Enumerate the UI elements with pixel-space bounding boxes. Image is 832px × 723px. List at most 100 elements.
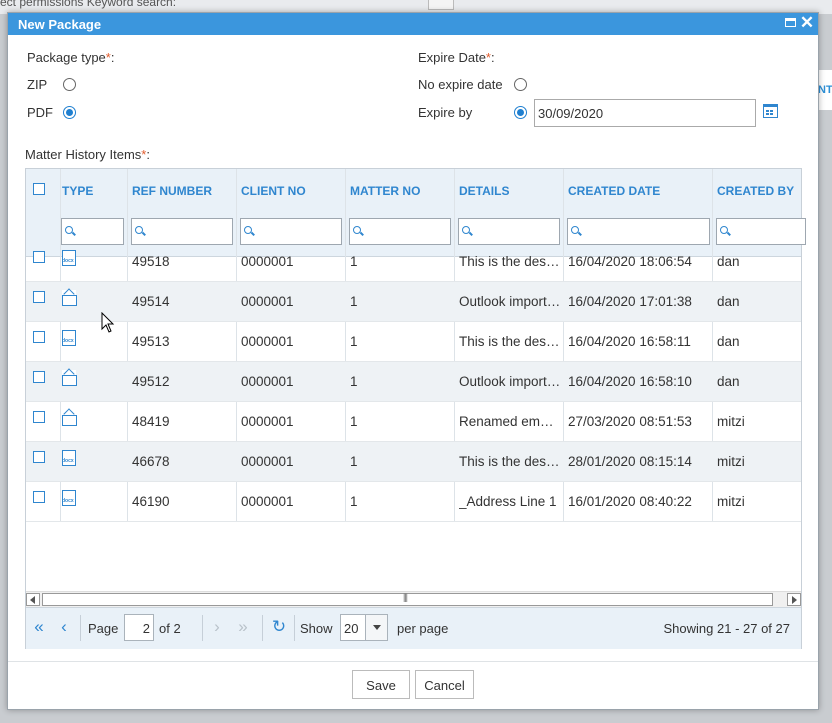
label-colon: :: [490, 50, 495, 65]
maximize-icon[interactable]: [782, 15, 798, 31]
cell-matter: 1: [350, 294, 358, 309]
page-size-value: 20: [344, 621, 359, 636]
matter-history-grid: TYPE REF NUMBER CLIENT NO MATTER NO DETA…: [25, 168, 806, 649]
header-created-by[interactable]: CREATED BY: [717, 184, 794, 198]
cell-matter: 1: [350, 454, 358, 469]
cancel-button[interactable]: Cancel: [415, 670, 474, 699]
header-created-date[interactable]: CREATED DATE: [568, 184, 660, 198]
row-checkbox[interactable]: [33, 291, 45, 303]
filter-matter-no[interactable]: [349, 218, 451, 245]
background-text: ect permissions Keyword search:: [0, 0, 177, 9]
last-page-icon[interactable]: »: [233, 618, 253, 638]
pager-separator: [80, 615, 81, 641]
cell-ref: 46678: [132, 454, 170, 469]
cell-ref: 49518: [132, 254, 170, 269]
row-checkbox[interactable]: [33, 451, 45, 463]
pager-summary: Showing 21 - 27 of 27: [663, 621, 790, 636]
row-checkbox[interactable]: [33, 331, 45, 343]
pager-separator: [294, 615, 295, 641]
no-expire-date-radio[interactable]: [514, 78, 527, 91]
save-button[interactable]: Save: [352, 670, 410, 699]
pager-separator: [202, 615, 203, 641]
label-colon: :: [146, 147, 150, 162]
cell-matter: 1: [350, 414, 358, 429]
background-search-button: [428, 0, 454, 10]
scroll-thumb[interactable]: [42, 592, 773, 606]
zip-label: ZIP: [27, 77, 48, 92]
calendar-icon[interactable]: [763, 104, 778, 118]
cell-details: This is the description: [459, 454, 561, 469]
cell-details: Outlook imported email: [459, 374, 561, 389]
cell-client: 0000001: [241, 454, 294, 469]
previous-page-icon[interactable]: ‹: [54, 618, 74, 638]
select-all-checkbox[interactable]: [33, 183, 45, 195]
horizontal-scrollbar[interactable]: [26, 591, 801, 607]
package-type-label: Package type*:: [27, 50, 114, 65]
chevron-down-icon[interactable]: [365, 615, 387, 640]
cell-client: 0000001: [241, 494, 294, 509]
table-row[interactable]: 49514 0000001 1 Outlook imported email 16/04…: [26, 282, 801, 322]
header-details[interactable]: DETAILS: [459, 184, 509, 198]
cell-client: 0000001: [241, 374, 294, 389]
next-page-icon[interactable]: ›: [207, 618, 227, 638]
row-checkbox[interactable]: [33, 251, 45, 263]
cell-by: dan: [717, 374, 740, 389]
zip-radio[interactable]: [63, 78, 76, 91]
cell-matter: 1: [350, 374, 358, 389]
cell-client: 0000001: [241, 294, 294, 309]
table-row[interactable]: 46190 0000001 1 _Address Line 1 16/01/2020 0…: [26, 482, 801, 522]
first-page-icon[interactable]: «: [29, 618, 49, 638]
pdf-radio[interactable]: [63, 106, 76, 119]
cell-by: mitzi: [717, 414, 745, 429]
cell-by: mitzi: [717, 454, 745, 469]
page-size-select[interactable]: 20: [340, 614, 388, 641]
pdf-label: PDF: [27, 105, 53, 120]
cell-details: Outlook imported email: [459, 294, 561, 309]
cell-details: Renamed email subject: [459, 414, 561, 429]
cell-ref: 48419: [132, 414, 170, 429]
filter-created-by[interactable]: [716, 218, 806, 245]
filter-ref-number[interactable]: [131, 218, 233, 245]
close-icon[interactable]: ✕: [799, 14, 815, 31]
page-label: Page: [88, 621, 119, 636]
cell-by: mitzi: [717, 494, 745, 509]
expire-date-input[interactable]: 30/09/2020: [534, 99, 756, 127]
cell-created: 16/01/2020 08:40:22: [568, 494, 692, 509]
dialog-titlebar: New Package ✕: [8, 13, 818, 35]
scroll-left-button[interactable]: [26, 593, 40, 606]
cell-created: 16/04/2020 16:58:11: [568, 334, 691, 349]
row-checkbox[interactable]: [33, 371, 45, 383]
email-icon: [62, 370, 77, 386]
cell-client: 0000001: [241, 334, 294, 349]
cell-matter: 1: [350, 334, 358, 349]
filter-client-no[interactable]: [240, 218, 342, 245]
header-client-no[interactable]: CLIENT NO: [241, 184, 306, 198]
table-row[interactable]: 46678 0000001 1 This is the description 28/0…: [26, 442, 801, 482]
cell-by: dan: [717, 254, 740, 269]
table-row[interactable]: 49513 0000001 1 This is the description 16/0…: [26, 322, 801, 362]
expire-date-text: Expire Date: [418, 50, 486, 65]
expire-date-label: Expire Date*:: [418, 50, 495, 65]
cell-created: 28/01/2020 08:15:14: [568, 454, 692, 469]
per-page-label: per page: [397, 621, 449, 636]
cell-by: dan: [717, 334, 740, 349]
cell-ref: 49512: [132, 374, 170, 389]
table-row[interactable]: 49518 0000001 1 This is the description 16/0…: [26, 242, 801, 282]
table-row[interactable]: 48419 0000001 1 Renamed email subject 27/03/…: [26, 402, 801, 442]
no-expire-date-label: No expire date: [418, 77, 503, 92]
filter-created-date[interactable]: [567, 218, 710, 245]
table-row[interactable]: 49512 0000001 1 Outlook imported email 16/04…: [26, 362, 801, 402]
header-ref-number[interactable]: REF NUMBER: [132, 184, 212, 198]
filter-type[interactable]: [61, 218, 124, 245]
page-number-input[interactable]: 2: [124, 614, 154, 641]
header-type[interactable]: TYPE: [62, 184, 93, 198]
show-label: Show: [300, 621, 333, 636]
row-checkbox[interactable]: [33, 491, 45, 503]
expire-by-radio[interactable]: [514, 106, 527, 119]
filter-details[interactable]: [458, 218, 560, 245]
row-checkbox[interactable]: [33, 411, 45, 423]
matter-history-label: Matter History Items*:: [25, 147, 150, 162]
refresh-icon[interactable]: ↻: [269, 618, 289, 638]
header-matter-no[interactable]: MATTER NO: [350, 184, 420, 198]
scroll-right-button[interactable]: [787, 593, 801, 606]
